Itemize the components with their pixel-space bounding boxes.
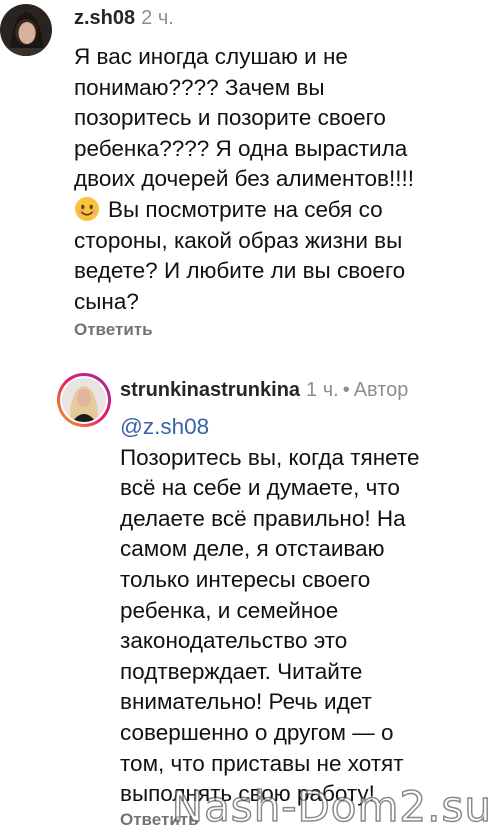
reply-line: ребенка, и семейное — [120, 597, 339, 623]
reply-line: том, что приставы не хотят — [120, 750, 404, 776]
author-avatar[interactable] — [57, 373, 111, 427]
comment-line-with-emoji: Вы посмотрите на себя со — [74, 195, 414, 226]
reply-line: только интересы своего — [120, 566, 371, 592]
timestamp: 2 ч. — [141, 7, 174, 29]
comment-meta: z.sh08 2 ч. — [74, 6, 174, 30]
comment-line: позоритесь и позорите своего — [74, 105, 386, 131]
reply-line: совершенно о другом — о — [120, 719, 394, 745]
timestamp: 1 ч. — [306, 379, 339, 401]
avatar[interactable] — [0, 4, 52, 56]
username[interactable]: z.sh08 — [74, 7, 135, 29]
comment-line: стороны, какой образ жизни вы — [74, 227, 403, 253]
reply-line: Позоритесь вы, когда тянете — [120, 444, 420, 470]
reply-line: самом деле, я отстаиваю — [120, 536, 385, 562]
reply-text: @z.sh08 Позоритесь вы, когда тянете всё … — [120, 412, 419, 810]
comment-line: понимаю???? Зачем вы — [74, 74, 325, 100]
author-badge: Автор — [353, 379, 409, 401]
author-username[interactable]: strunkinastrunkina — [120, 379, 300, 401]
watermark: Nash-Dom2.su — [171, 781, 492, 832]
comment-line: сына? — [74, 288, 139, 314]
separator: • — [342, 379, 350, 401]
reply-line: внимательно! Речь идет — [120, 689, 372, 715]
reply-meta: strunkinastrunkina 1 ч. • Автор — [120, 378, 408, 402]
reply-line: делаете всё правильно! На — [120, 505, 406, 531]
comment-line: ведете? И любите ли вы своего — [74, 258, 406, 284]
reply-button[interactable]: Ответить — [74, 320, 153, 340]
reply-line: законодательство это — [120, 628, 348, 654]
comment-line: ребенка???? Я одна вырастила — [74, 135, 408, 161]
reply-line: подтверждает. Читайте — [120, 658, 363, 684]
reply-item: strunkinastrunkina 1 ч. • Автор @z.sh08 Поз… — [0, 360, 500, 835]
comment-text: Я вас иногда слушаю и не понимаю???? Зач… — [74, 42, 414, 317]
smiling-face-emoji-icon — [74, 196, 100, 222]
comment-item: z.sh08 2 ч. Я вас иногда слушаю и не пони… — [0, 0, 500, 345]
mention-link[interactable]: @z.sh08 — [120, 412, 419, 443]
comment-line: двоих дочерей без алиментов!!!! — [74, 166, 415, 192]
reply-line: всё на себе и думаете, что — [120, 475, 400, 501]
comment-line: Я вас иногда слушаю и не — [74, 44, 348, 69]
